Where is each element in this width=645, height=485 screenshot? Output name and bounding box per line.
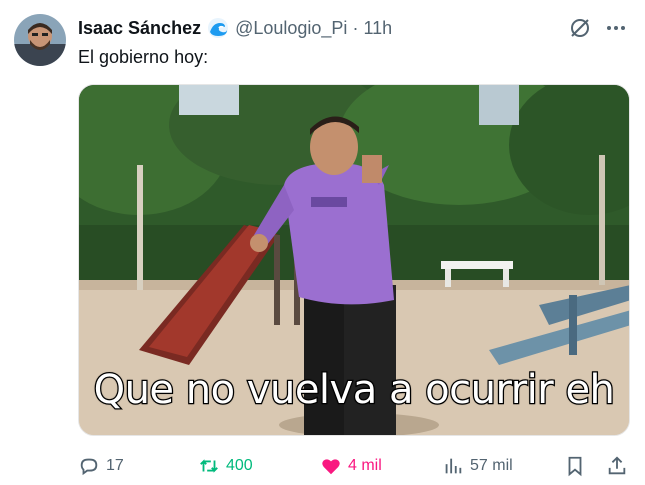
tweet: Isaac Sánchez @Loulogio_Pi · 11h El gobi… [0, 0, 645, 485]
avatar[interactable] [14, 14, 66, 66]
reply-button[interactable]: 17 [78, 452, 124, 480]
author-name[interactable]: Isaac Sánchez [78, 18, 201, 39]
like-button[interactable]: 4 mil [320, 452, 382, 480]
grok-icon[interactable] [568, 16, 592, 40]
meme-caption: Que no vuelva a ocurrir eh [92, 366, 616, 415]
reply-count: 17 [106, 457, 124, 474]
tweet-media[interactable]: Que no vuelva a ocurrir eh [78, 84, 630, 436]
share-button[interactable] [606, 452, 628, 480]
avatar-image [14, 14, 66, 66]
bookmark-button[interactable] [564, 452, 586, 480]
tweet-time[interactable]: 11h [363, 18, 392, 39]
more-options-icon[interactable] [604, 16, 628, 40]
like-count: 4 mil [348, 457, 382, 474]
separator-dot: · [352, 17, 359, 38]
bookmark-icon [568, 456, 582, 477]
retweet-button[interactable]: 400 [198, 452, 253, 480]
retweet-icon [200, 459, 218, 473]
views-count: 57 mil [470, 457, 513, 474]
heart-icon [322, 459, 340, 475]
views-button[interactable]: 57 mil [442, 452, 513, 480]
tweet-text: El gobierno hoy: [78, 47, 209, 67]
share-icon [608, 456, 626, 475]
wave-emoji-icon [207, 17, 229, 39]
reply-icon [80, 458, 98, 476]
retweet-count: 400 [226, 457, 253, 474]
author-handle[interactable]: @Loulogio_Pi [235, 18, 347, 39]
tweet-actions: 17 400 4 mil 57 mil [78, 452, 630, 480]
tweet-header: Isaac Sánchez @Loulogio_Pi · 11h [78, 16, 392, 40]
views-chart-icon [445, 458, 462, 474]
